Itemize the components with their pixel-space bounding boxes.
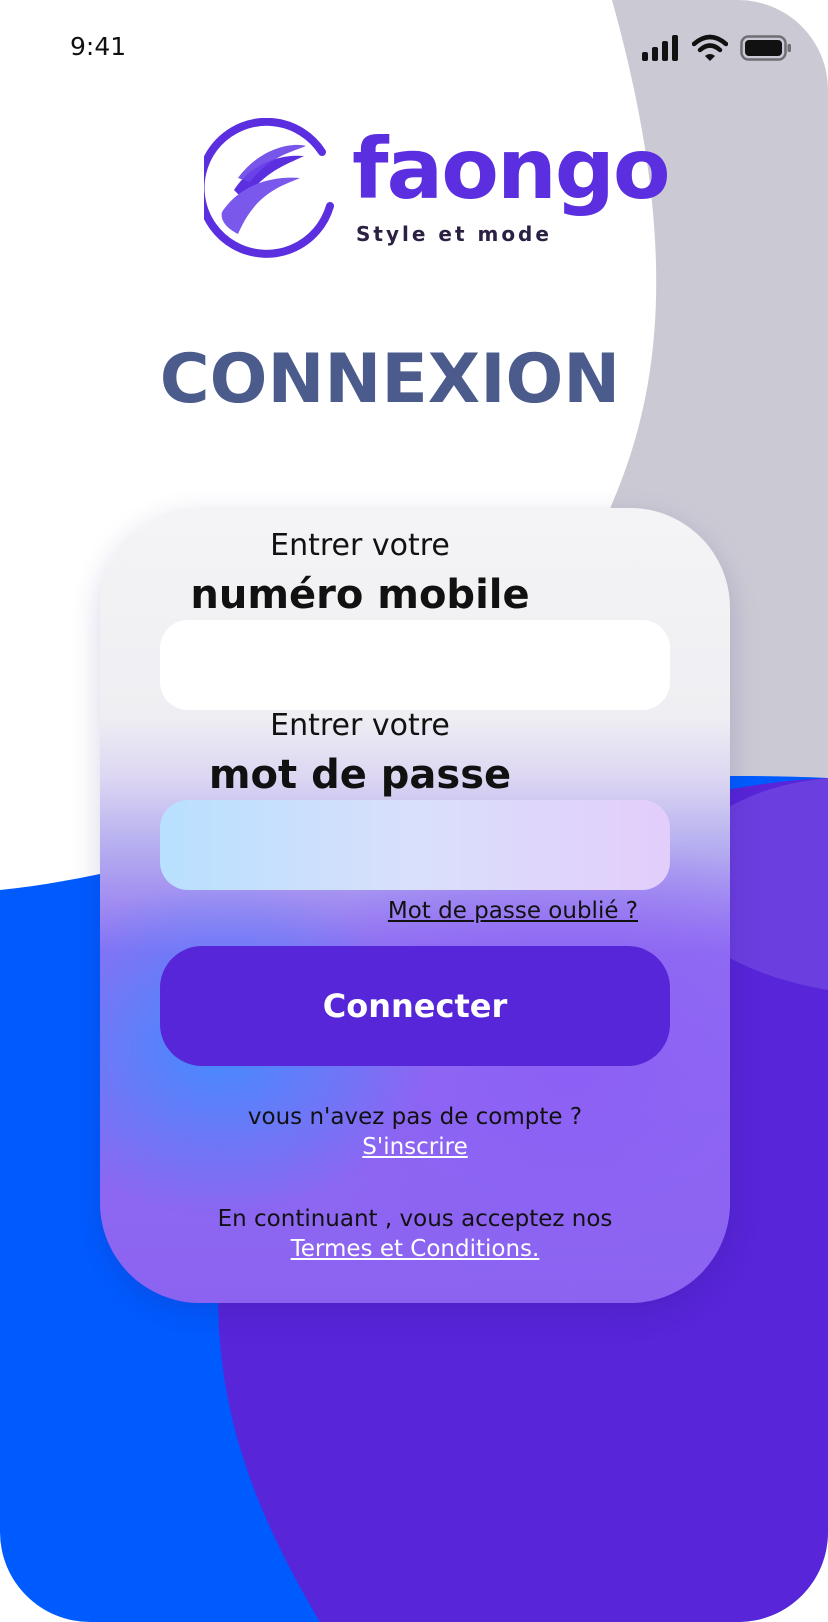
page-title: CONNEXION [159, 340, 621, 419]
password-label: mot de passe [208, 752, 512, 798]
password-input[interactable] [160, 800, 670, 890]
faongo-logo-icon [204, 118, 334, 258]
status-icons [640, 34, 792, 62]
terms-link[interactable]: Termes et Conditions. [100, 1236, 730, 1262]
no-account-text: vous n'avez pas de compte ? [247, 1104, 583, 1130]
brand-logo: faongo Style et mode [204, 118, 671, 268]
password-label-prefix: Entrer votre [270, 708, 450, 743]
status-time: 9:41 [70, 32, 127, 61]
phone-label-prefix: Entrer votre [270, 528, 450, 563]
battery-icon [740, 35, 791, 61]
signup-link[interactable]: S'inscrire [100, 1134, 730, 1160]
login-button[interactable]: Connecter [160, 946, 670, 1066]
wifi-icon [692, 34, 728, 61]
signal-icon [642, 35, 678, 61]
login-card: Entrer votre numéro mobile Entrer votre … [100, 508, 730, 1303]
terms-text: En continuant , vous acceptez nos [217, 1206, 613, 1232]
brand-tagline: Style et mode [356, 222, 552, 246]
forgot-password-link[interactable]: Mot de passe oublié ? [388, 898, 638, 924]
phone-label: numéro mobile [190, 572, 530, 618]
phone-input[interactable] [160, 620, 670, 710]
login-screen: 9:41 faongo Style et mode CONNEXION Entr… [0, 0, 828, 1622]
brand-name: faongo [352, 120, 671, 218]
